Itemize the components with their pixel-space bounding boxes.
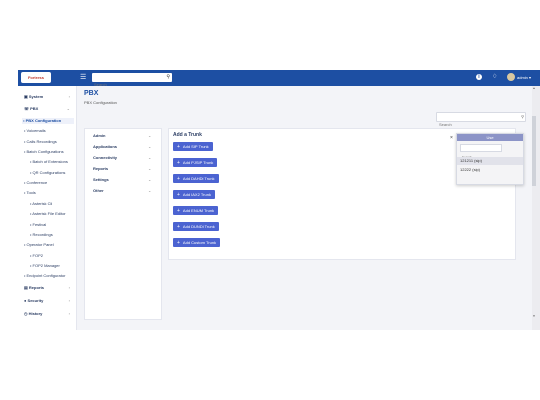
plus-icon: + bbox=[177, 239, 180, 246]
chevron-down-icon: ⌄ bbox=[148, 144, 152, 149]
search-icon[interactable]: ⚲ bbox=[166, 74, 170, 80]
hamburger-menu-icon[interactable]: ☰ bbox=[80, 74, 87, 81]
company-logo[interactable]: Fortress bbox=[21, 72, 51, 83]
menu-item-connectivity[interactable]: Connectivity bbox=[93, 155, 117, 160]
sidebar-item-batch-configurations[interactable]: • Batch Configurations bbox=[24, 149, 64, 154]
global-search-input[interactable] bbox=[92, 80, 160, 89]
sidebar-item-system[interactable]: ▣ System bbox=[24, 94, 43, 99]
breadcrumb: PBX Configuration bbox=[84, 100, 117, 105]
sidebar: ▣ System › ☏ PBX ⌄ • PBX Configuration •… bbox=[18, 86, 77, 330]
chevron-down-icon: ⌄ bbox=[148, 188, 152, 193]
sidebar-item-batch-of-extensions[interactable]: • Batch of Extensions bbox=[30, 159, 68, 164]
right-edge bbox=[536, 86, 540, 330]
sidebar-item-endpoint-configurator[interactable]: • Endpoint Configurator bbox=[24, 273, 65, 278]
sidebar-item-voicemails[interactable]: • Voicemails bbox=[24, 128, 46, 133]
sidebar-item-history[interactable]: ◷ History bbox=[24, 311, 42, 316]
sidebar-item-conference[interactable]: • Conference bbox=[24, 180, 47, 185]
sidebar-item-pbx[interactable]: ☏ PBX bbox=[24, 106, 38, 111]
bell-icon[interactable]: ♢ bbox=[492, 73, 498, 81]
dropdown-search[interactable] bbox=[460, 144, 502, 160]
sidebar-item-pbx-configuration[interactable]: • PBX Configuration bbox=[22, 118, 74, 124]
plus-icon: + bbox=[177, 175, 180, 182]
plus-icon: + bbox=[177, 191, 180, 198]
plus-icon: + bbox=[177, 143, 180, 150]
trunk-dropdown: Use 121211 (sip) 12222 (sip) bbox=[456, 133, 524, 185]
dropdown-option[interactable]: 121211 (sip) bbox=[457, 157, 523, 165]
plus-icon: + bbox=[177, 223, 180, 230]
dropdown-header: Use bbox=[457, 134, 523, 141]
plus-icon: + bbox=[177, 159, 180, 166]
add-custom-trunk-button[interactable]: + Add Custom Trunk bbox=[173, 238, 221, 247]
chevron-down-icon: ⌄ bbox=[148, 166, 152, 171]
chevron-right-icon: › bbox=[68, 285, 70, 290]
sidebar-item-recordings[interactable]: • Recordings bbox=[30, 232, 53, 237]
sidebar-item-calls-recordings[interactable]: • Calls Recordings bbox=[24, 139, 57, 144]
sidebar-item-operator-panel[interactable]: • Operator Panel bbox=[24, 242, 54, 247]
info-icon[interactable]: i bbox=[476, 74, 482, 80]
category-menu: Admin ⌄ Applications ⌄ Connectivity ⌄ Re… bbox=[84, 128, 162, 320]
app-window: Fortress ☰ ⚲ i ♢ admin ▾ ▣ System › ☏ PB… bbox=[18, 70, 540, 330]
user-menu[interactable]: admin ▾ bbox=[517, 75, 531, 80]
page-title: PBX bbox=[84, 90, 99, 97]
menu-item-applications[interactable]: Applications bbox=[93, 144, 117, 149]
chevron-right-icon: › bbox=[68, 298, 70, 303]
top-navbar: Fortress ☰ ⚲ i ♢ admin ▾ bbox=[18, 70, 540, 89]
sidebar-item-fop2-manager[interactable]: • FOP2 Manager bbox=[30, 263, 60, 268]
avatar[interactable] bbox=[507, 73, 515, 81]
menu-item-other[interactable]: Other bbox=[93, 188, 104, 193]
add-enum-trunk-button[interactable]: + Add ENUM Trunk bbox=[173, 206, 219, 215]
username: admin bbox=[517, 75, 528, 80]
sidebar-item-qr-configurations[interactable]: • QR Configurations bbox=[30, 170, 65, 175]
chevron-down-icon: ⌄ bbox=[148, 177, 152, 182]
add-dahdi-trunk-button[interactable]: + Add DAHDi Trunk bbox=[173, 174, 219, 183]
sidebar-item-asterisk-cli[interactable]: • Asterisk Cli bbox=[30, 201, 52, 206]
chevron-right-icon: › bbox=[68, 311, 70, 316]
add-iax2-trunk-button[interactable]: + Add IAX2 Trunk bbox=[173, 190, 215, 199]
add-sip-trunk-button[interactable]: + Add SIP Trunk bbox=[173, 142, 213, 151]
sidebar-item-security[interactable]: ● Security bbox=[24, 298, 43, 303]
menu-item-reports[interactable]: Reports bbox=[93, 166, 108, 171]
chevron-right-icon: › bbox=[68, 94, 70, 99]
sidebar-item-fop2[interactable]: • FOP2 bbox=[30, 253, 43, 258]
sidebar-item-tools[interactable]: • Tools bbox=[24, 190, 36, 195]
chevron-down-icon: ⌄ bbox=[148, 155, 152, 160]
sidebar-item-festival[interactable]: • Festival bbox=[30, 222, 46, 227]
sidebar-item-reports[interactable]: ▤ Reports bbox=[24, 285, 44, 290]
menu-item-admin[interactable]: Admin bbox=[93, 133, 105, 138]
chevron-down-icon: ⌄ bbox=[66, 106, 70, 111]
logo-text: Fortress bbox=[27, 75, 44, 80]
sidebar-item-asterisk-file-editor[interactable]: • Asterisk File Editor bbox=[30, 211, 66, 216]
add-dundi-trunk-button[interactable]: + Add DUNDi Trunk bbox=[173, 222, 219, 231]
close-icon[interactable]: × bbox=[450, 135, 453, 141]
page-search[interactable]: ⚲ bbox=[436, 112, 526, 129]
global-search[interactable]: ⚲ bbox=[92, 73, 172, 89]
search-icon[interactable]: ⚲ bbox=[521, 114, 524, 119]
dropdown-option[interactable]: 12222 (sip) bbox=[457, 166, 523, 174]
chevron-down-icon: ⌄ bbox=[148, 133, 152, 138]
section-title: Add a Trunk bbox=[173, 132, 202, 138]
plus-icon: + bbox=[177, 207, 180, 214]
menu-item-settings[interactable]: Settings bbox=[93, 177, 109, 182]
add-pjsip-trunk-button[interactable]: + Add PJSIP Trunk bbox=[173, 158, 218, 167]
